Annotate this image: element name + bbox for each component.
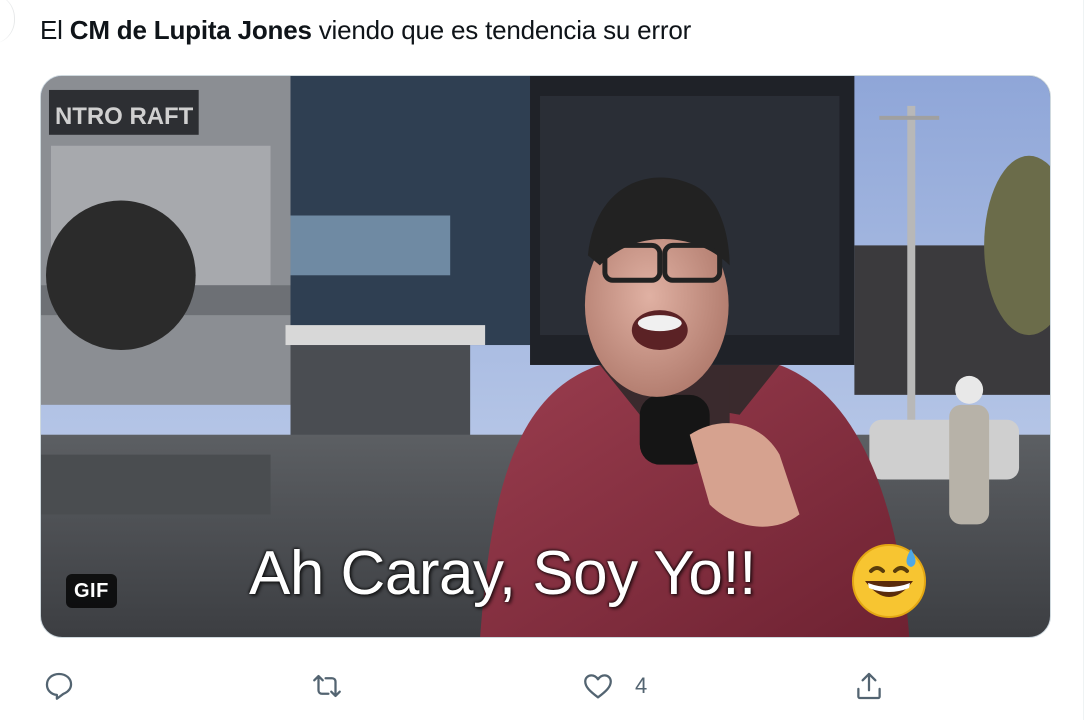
gif-caption: Ah Caray, Soy Yo!! — [249, 539, 756, 608]
billboard-sign-text: NTRO RAFT — [55, 103, 194, 130]
like-button[interactable]: 4 — [581, 668, 647, 704]
share-icon — [857, 672, 881, 700]
reply-button[interactable] — [42, 668, 76, 704]
gif-badge: GIF — [66, 574, 117, 608]
share-button[interactable] — [852, 668, 886, 704]
reply-icon — [45, 672, 73, 700]
tweet-text-prefix: El — [40, 15, 70, 45]
retweet-button[interactable] — [310, 668, 344, 704]
tweet-action-bar: 4 — [0, 660, 1086, 710]
tweet-text-suffix: viendo que es tendencia su error — [311, 15, 692, 45]
like-count: 4 — [635, 673, 648, 698]
previous-tweet-edge — [0, 0, 15, 44]
tweet-text: El CM de Lupita Jones viendo que es tend… — [40, 14, 691, 46]
timeline-divider — [1083, 0, 1084, 720]
heart-icon — [584, 674, 612, 699]
retweet-icon — [313, 674, 341, 698]
tweet-text-bold: CM de Lupita Jones — [69, 15, 312, 45]
grinning-face-with-sweat-icon — [852, 544, 926, 618]
tweet-gif-media[interactable]: NTRO RAFT Ah Caray, Soy Yo!! GIF — [40, 75, 1051, 638]
